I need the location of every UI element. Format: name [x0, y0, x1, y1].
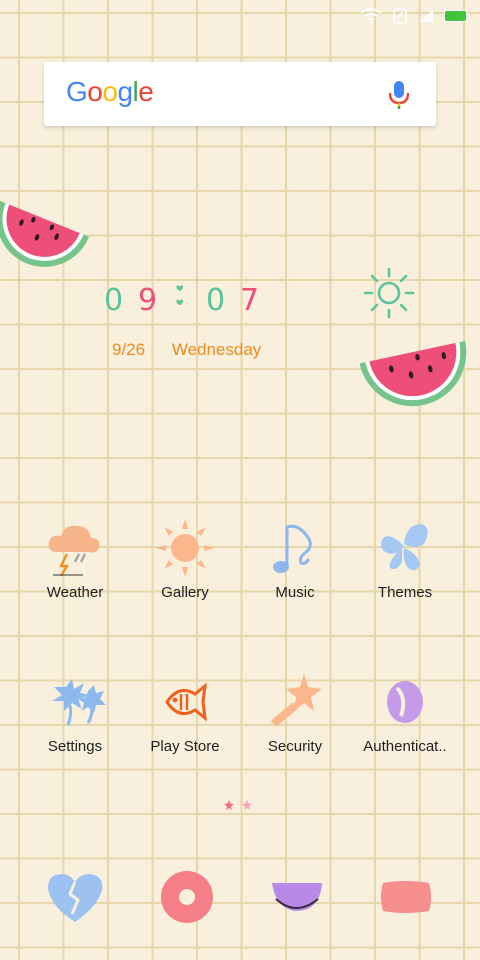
clock-hour-ones: 9 — [138, 283, 157, 318]
dock-app-4[interactable] — [370, 866, 440, 928]
page-indicator[interactable] — [224, 800, 252, 810]
sim-icon — [393, 8, 407, 24]
app-label: Gallery — [161, 584, 209, 601]
app-label: Play Store — [150, 738, 220, 755]
sun-gallery-icon — [156, 519, 214, 577]
app-label: Weather — [46, 584, 104, 601]
app-themes[interactable]: Themes — [350, 514, 460, 601]
wifi-icon — [360, 8, 382, 24]
app-label: Authenticat.. — [363, 738, 447, 755]
watermelon-sticker-icon — [0, 200, 90, 267]
clock-weekday: Wednesday — [171, 340, 262, 359]
melon-slice-icon — [272, 883, 322, 911]
google-logo-letter: e — [138, 76, 154, 107]
app-weather[interactable]: Weather — [20, 514, 130, 601]
google-logo-letter: o — [87, 76, 103, 107]
app-settings[interactable]: Settings — [20, 668, 130, 755]
broken-heart-icon — [48, 874, 103, 922]
dock-app-3[interactable] — [262, 866, 332, 928]
butterfly-icon — [381, 524, 428, 571]
fish-icon — [165, 682, 207, 722]
donut-icon — [161, 871, 213, 923]
app-music[interactable]: Music — [240, 514, 350, 601]
coffee-bean-icon — [387, 681, 423, 723]
signal-icon — [419, 10, 433, 22]
google-search-bar[interactable]: Google — [44, 62, 436, 126]
palm-trees-icon — [52, 679, 106, 726]
app-label: Music — [275, 584, 315, 601]
google-logo-letter: G — [66, 76, 88, 107]
battery-icon — [444, 10, 470, 22]
google-logo-letter: o — [102, 76, 118, 107]
microphone-icon[interactable] — [388, 80, 410, 110]
app-gallery[interactable]: Gallery — [130, 514, 240, 601]
page-dot-icon — [242, 800, 252, 810]
clock-minute-ones: 7 — [240, 283, 259, 318]
clock-minute-tens: 0 — [206, 283, 225, 318]
app-label: Security — [267, 738, 323, 755]
app-play-store[interactable]: Play Store — [130, 668, 240, 755]
sun-weather-icon[interactable] — [362, 266, 416, 320]
weather-storm-icon — [48, 525, 100, 577]
clock-date: 9/26 — [112, 340, 146, 359]
page-dot-active-icon — [224, 800, 234, 810]
app-security[interactable]: Security — [240, 668, 350, 755]
dock-app-1[interactable] — [40, 866, 110, 928]
app-authenticator[interactable]: Authenticat.. — [350, 668, 460, 755]
app-label: Settings — [47, 738, 103, 755]
pink-blob-icon — [381, 881, 431, 913]
clock-date-row: 9/26 Wednesday — [112, 340, 372, 360]
dock-app-2[interactable] — [152, 866, 222, 928]
clock-hour-tens: 0 — [104, 283, 123, 318]
star-wand-icon — [271, 673, 322, 727]
app-label: Themes — [377, 584, 433, 601]
watermelon-sticker-icon — [359, 340, 467, 407]
heart-separator-icon — [176, 285, 184, 306]
music-note-icon — [273, 524, 312, 573]
status-bar — [0, 0, 480, 32]
clock-time: 0 9 0 7 — [104, 283, 259, 318]
google-logo-letter: g — [117, 76, 133, 107]
google-logo: Google — [66, 76, 154, 108]
